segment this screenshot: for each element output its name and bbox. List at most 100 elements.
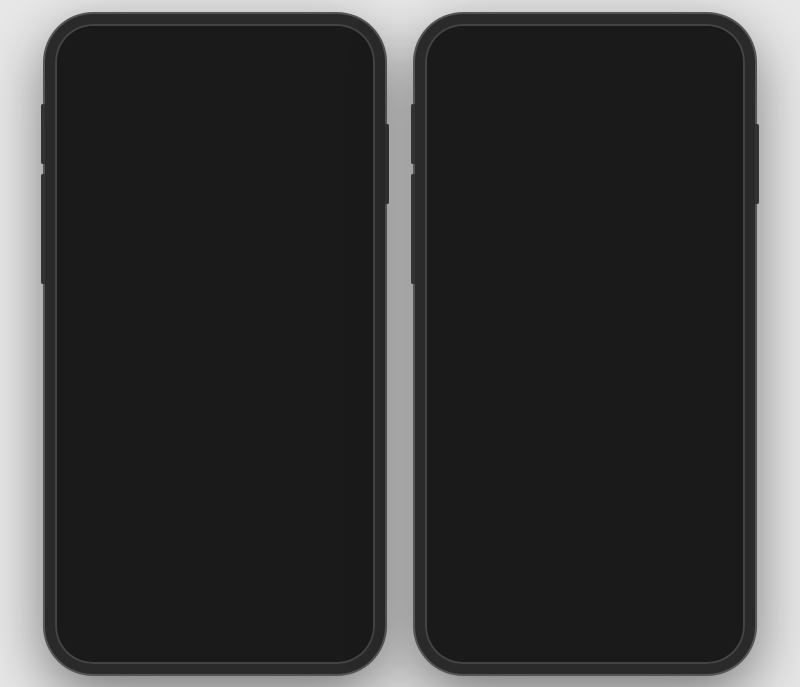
remove-badge[interactable]: −: [216, 167, 232, 183]
done-button-1[interactable]: Done: [307, 62, 357, 82]
calendar-label: Calendar: [159, 152, 196, 162]
app-reminders[interactable]: − Reminders: [67, 246, 135, 314]
app-health[interactable]: − ❤️ Health: [219, 322, 287, 390]
books-icon-img: 📚: [225, 246, 281, 302]
remove-badge[interactable]: −: [64, 319, 80, 335]
remove-badge[interactable]: −: [140, 243, 156, 259]
camera-label: Camera: [313, 152, 345, 162]
remove-badge[interactable]: −: [292, 243, 308, 259]
news-icon-img: N: [149, 322, 205, 378]
dock-messages[interactable]: − 💬: [221, 584, 273, 636]
news-n-logo: N: [167, 334, 187, 366]
remove-badge[interactable]: −: [218, 581, 234, 597]
reminders-icon-img: [73, 246, 129, 302]
weather-label: Weather: [312, 228, 346, 238]
photos-label: Photos: [239, 152, 267, 162]
map-widget-preview: 📍 Maps: [481, 429, 689, 467]
app-stocks[interactable]: − Stocks: [67, 322, 135, 390]
page-dot-2: [207, 557, 213, 563]
calendar-icon-img: FRI 18: [149, 94, 205, 150]
home-icon-img: 🏠: [301, 322, 357, 378]
weather-icon-img: 🌤️: [301, 170, 357, 226]
news-widget-preview: Top Stories US towns are shrinking, Blue…: [481, 390, 689, 425]
camera-icon-img: [301, 94, 357, 150]
app-home[interactable]: − 🏠 Home: [295, 322, 363, 390]
app-maps[interactable]: − 🗺️ Maps: [219, 170, 287, 238]
calendar-widget-weekdays: SMTWTFS: [75, 443, 207, 449]
app-mail[interactable]: − Mail: [67, 170, 135, 238]
clock-icon-img: [149, 170, 205, 226]
maps-label: Maps: [242, 228, 264, 238]
page-thumb-3[interactable]: Top Stories US towns are shrinking, Blue…: [475, 384, 695, 564]
remove-badge[interactable]: −: [64, 91, 80, 107]
page-dot-1: [196, 557, 202, 563]
remove-badge[interactable]: −: [292, 167, 308, 183]
app-news[interactable]: − N News: [143, 322, 211, 390]
facetime-label: FaceTime: [81, 152, 121, 162]
phone-2: Done 📹 18 📷 ✉️ 🕐 🗺️ 🌤️ 📝: [415, 14, 755, 674]
dock-safari[interactable]: − 🧭: [157, 584, 209, 636]
remove-badge[interactable]: −: [140, 91, 156, 107]
done-button-2[interactable]: Done: [677, 62, 727, 82]
stocks-label: Stocks: [87, 380, 114, 390]
checkmark-icon: ✓: [577, 560, 592, 581]
books-label: Books: [240, 304, 265, 314]
remove-badge[interactable]: −: [90, 581, 106, 597]
app-calendar[interactable]: − FRI 18 Calendar: [143, 94, 211, 162]
checkmark-circle[interactable]: ✓: [567, 553, 603, 589]
remove-badge[interactable]: −: [64, 167, 80, 183]
app-camera[interactable]: − Camera: [295, 94, 363, 162]
app-photos[interactable]: − Photos: [219, 94, 287, 162]
news-label: News: [166, 380, 189, 390]
notch: [155, 24, 275, 48]
status-icons: ▐▐▐ WiFi 🔋: [291, 32, 345, 43]
remove-badge[interactable]: −: [292, 319, 308, 335]
mail-label: Mail: [93, 228, 110, 238]
clock-label: Clock: [166, 228, 189, 238]
remove-badge[interactable]: −: [292, 91, 308, 107]
notch-2: [525, 24, 645, 48]
phone-1-screen: 9:41 ▐▐▐ WiFi 🔋 + Done − 📹 FaceTime −: [55, 24, 375, 664]
remove-badge[interactable]: −: [216, 91, 232, 107]
app-facetime[interactable]: − 📹 FaceTime: [67, 94, 135, 162]
appstore-icon-img: [301, 246, 357, 302]
signal-icon: ▐▐▐: [291, 32, 310, 42]
remove-badge[interactable]: −: [216, 243, 232, 259]
calendar-widget-days: 123456 78910111213 14151617 18 1920 2122…: [75, 450, 207, 496]
home-label: Home: [317, 380, 341, 390]
app-appstore[interactable]: − App Store: [295, 246, 363, 314]
page-dots: [184, 551, 247, 569]
app-weather[interactable]: − 🌤️ Weather: [295, 170, 363, 238]
page-dot-4: [229, 557, 235, 563]
add-button[interactable]: +: [73, 62, 97, 86]
dock-music[interactable]: − 🎵: [285, 584, 337, 636]
remove-badge[interactable]: −: [140, 167, 156, 183]
phone-1: 9:41 ▐▐▐ WiFi 🔋 + Done − 📹 FaceTime −: [45, 14, 385, 674]
remove-badge[interactable]: −: [154, 581, 170, 597]
dock-phone[interactable]: − 📞: [93, 584, 145, 636]
health-icon-img: ❤️: [225, 322, 281, 378]
dock: − 📞 − 🧭 − 💬 − 🎵: [71, 576, 359, 644]
maps-icon-img: 🗺️: [225, 170, 281, 226]
app-notes[interactable]: − 📝 Notes: [143, 246, 211, 314]
remove-badge[interactable]: −: [140, 319, 156, 335]
wifi-icon: WiFi: [313, 32, 331, 42]
app-grid: − 📹 FaceTime − FRI 18 Calendar −: [67, 94, 363, 390]
status-time: 9:41: [85, 32, 105, 43]
calendar-widget-month: JUNE: [75, 432, 207, 441]
app-clock[interactable]: − Clock: [143, 170, 211, 238]
remove-badge[interactable]: −: [216, 319, 232, 335]
health-label: Health: [240, 380, 266, 390]
calendar-today: 18: [153, 466, 167, 480]
facetime-icon-img: 📹: [73, 94, 129, 150]
health-heart-icon: ❤️: [238, 335, 268, 364]
mail-icon-img: [73, 170, 129, 226]
phone-2-screen: Done 📹 18 📷 ✉️ 🕐 🗺️ 🌤️ 📝: [425, 24, 745, 664]
page-dot-3: [218, 557, 224, 563]
photos-icon-img: [225, 94, 281, 150]
remove-badge[interactable]: −: [64, 243, 80, 259]
notes-label: Notes: [165, 304, 189, 314]
notes-icon-img: 📝: [149, 246, 205, 302]
remove-badge[interactable]: −: [282, 581, 298, 597]
app-books[interactable]: − 📚 Books: [219, 246, 287, 314]
